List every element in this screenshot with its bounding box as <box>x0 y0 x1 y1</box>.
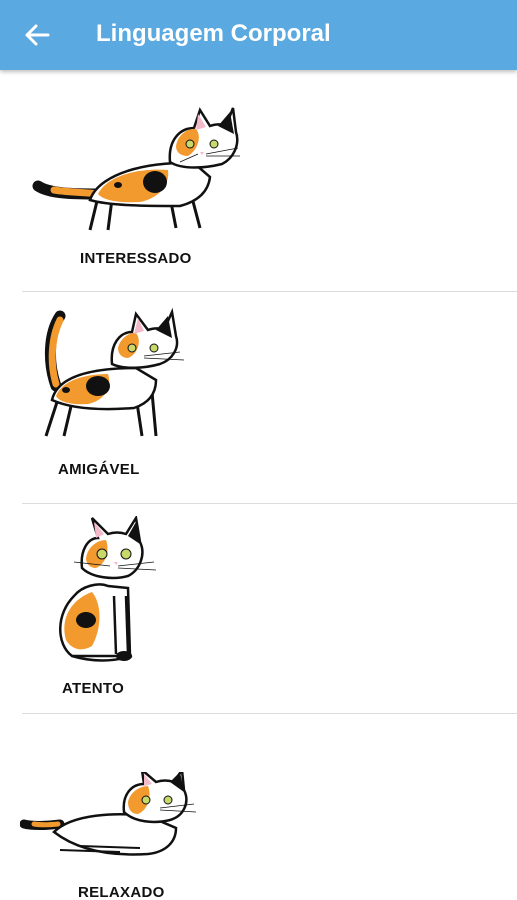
cat-attentive-icon <box>59 516 157 662</box>
arrow-left-icon[interactable] <box>22 20 52 50</box>
cat-relaxed-icon <box>20 772 197 856</box>
cat-interested-icon <box>32 107 240 231</box>
app-bar: Linguagem Corporal <box>0 0 517 70</box>
list-item-amigavel[interactable]: AMIGÁVEL <box>0 292 517 504</box>
posture-list[interactable]: INTERESSADO AMIGÁVEL ATENTO RELAXADO <box>0 70 517 900</box>
cat-friendly-icon <box>44 307 185 437</box>
list-item-interessado[interactable]: INTERESSADO <box>0 70 517 292</box>
page-title: Linguagem Corporal <box>96 20 331 47</box>
posture-label: RELAXADO <box>78 884 165 900</box>
posture-label: INTERESSADO <box>80 250 192 267</box>
list-item-relaxado[interactable]: RELAXADO <box>0 714 517 900</box>
posture-label: ATENTO <box>62 680 125 697</box>
posture-label: AMIGÁVEL <box>58 461 140 478</box>
list-item-atento[interactable]: ATENTO <box>0 504 517 714</box>
